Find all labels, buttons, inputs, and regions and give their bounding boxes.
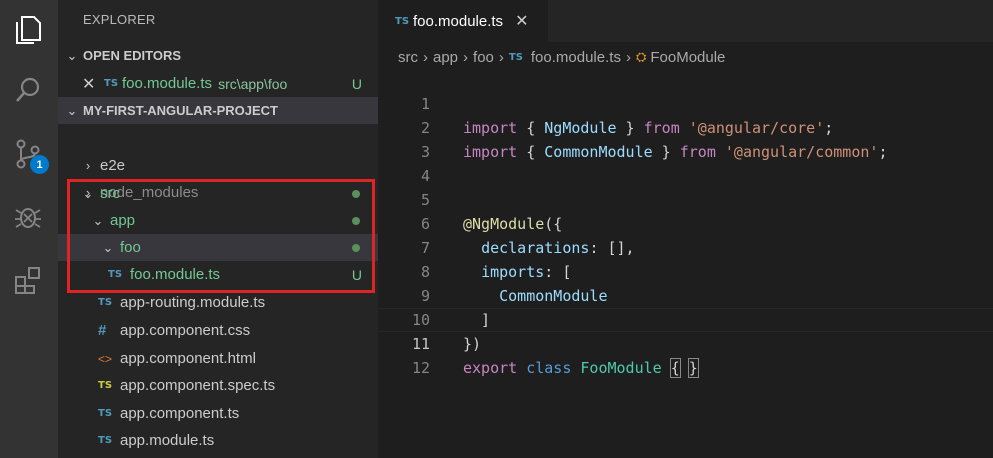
- tab-bar: TS foo.module.ts ✕: [378, 0, 993, 42]
- open-editor-path: src\app\foo: [218, 75, 288, 92]
- code-line: 12: [378, 332, 993, 377]
- code-line: 10 }): [378, 284, 993, 353]
- code-line-current: 11 export class FooModule { }: [378, 308, 993, 378]
- tree-file-app-css[interactable]: # app.component.css: [58, 317, 378, 344]
- tree-folder-e2e[interactable]: › e2e: [58, 152, 378, 179]
- tree-file-app-spec[interactable]: TS app.component.spec.ts: [58, 372, 378, 399]
- breadcrumb-item[interactable]: foo.module.ts: [531, 49, 621, 66]
- css-icon: #: [98, 322, 107, 339]
- code-line: 1 import { NgModule } from '@angular/cor…: [378, 68, 993, 137]
- chevron-down-icon: ⌄: [102, 239, 114, 255]
- tree-item-label: foo.module.ts: [130, 266, 221, 283]
- typescript-icon: TS: [508, 51, 523, 63]
- chevron-right-icon: ›: [85, 158, 91, 173]
- code-line: 5 @NgModule({: [378, 164, 993, 233]
- tab-foo-module[interactable]: TS foo.module.ts ✕: [378, 0, 548, 42]
- open-editor-name: foo.module.ts: [122, 75, 213, 92]
- chevron-right-icon: ›: [463, 48, 469, 66]
- breadcrumb-item[interactable]: app: [433, 49, 458, 66]
- tree-folder-src[interactable]: ⌄ src: [58, 180, 378, 207]
- tree-file-app-module[interactable]: TS app.module.ts: [58, 427, 378, 454]
- tree-file-foo-module[interactable]: TS foo.module.ts U: [58, 261, 378, 288]
- explorer-sidebar: EXPLORER ⌄ OPEN EDITORS ✕ TS foo.module.…: [58, 0, 378, 458]
- chevron-right-icon: ›: [498, 48, 504, 66]
- tree-item-label: foo: [120, 239, 141, 256]
- typescript-icon: TS: [98, 297, 113, 308]
- breadcrumb: src › app › foo › TS foo.module.ts › ⛭ F…: [398, 46, 725, 68]
- tree-item-label: app-routing.module.ts: [120, 294, 266, 311]
- tree-item-label: app: [110, 212, 136, 229]
- chevron-down-icon: ⌄: [92, 212, 104, 228]
- tree-item-label: app.component.ts: [120, 405, 240, 422]
- typescript-spec-icon: TS: [98, 380, 113, 391]
- html-icon: <>: [98, 351, 113, 366]
- chevron-right-icon: ›: [423, 48, 428, 66]
- tab-label: foo.module.ts: [413, 12, 504, 30]
- chevron-down-icon: ⌄: [66, 47, 78, 63]
- tree-item-label: app.component.spec.ts: [120, 377, 276, 394]
- typescript-icon: TS: [98, 408, 113, 419]
- tree-file-app-html[interactable]: <> app.component.html: [58, 345, 378, 372]
- debug-icon[interactable]: [10, 198, 46, 234]
- close-icon[interactable]: ✕: [515, 11, 528, 31]
- untracked-badge: U: [351, 75, 362, 92]
- modified-dot: [352, 189, 360, 198]
- code-line: 4: [378, 140, 993, 185]
- tree-item-label: app.component.html: [120, 350, 256, 367]
- open-editors-label: OPEN EDITORS: [83, 48, 182, 63]
- typescript-icon: TS: [104, 78, 119, 89]
- line-number: 12: [411, 359, 430, 377]
- tree-item-label: e2e: [100, 157, 126, 174]
- files-icon[interactable]: [10, 12, 46, 48]
- extensions-icon[interactable]: [10, 262, 46, 298]
- line-content: export class FooModule { }: [463, 358, 699, 378]
- code-line: 9 ]: [378, 260, 993, 329]
- open-editors-header[interactable]: ⌄ OPEN EDITORS: [58, 42, 378, 69]
- chevron-down-icon: ⌄: [82, 185, 94, 201]
- search-icon[interactable]: [10, 72, 46, 108]
- explorer-title: EXPLORER: [83, 12, 156, 27]
- code-line: 6 declarations: [],: [378, 188, 993, 257]
- project-label: MY-FIRST-ANGULAR-PROJECT: [83, 103, 278, 118]
- activity-bar: 1: [0, 0, 58, 458]
- code-line: 8 CommonModule: [378, 236, 993, 305]
- tree-folder-app[interactable]: ⌄ app: [58, 207, 378, 234]
- untracked-badge: U: [351, 266, 362, 283]
- tree-item-label: app.component.css: [120, 322, 251, 339]
- typescript-icon: TS: [395, 15, 410, 27]
- chevron-down-icon: ⌄: [66, 102, 78, 118]
- code-line: 7 imports: [: [378, 212, 993, 281]
- code-editor[interactable]: 1 import { NgModule } from '@angular/cor…: [378, 68, 993, 378]
- chevron-right-icon: ›: [625, 48, 631, 66]
- symbol-class-icon: ⛭: [635, 49, 647, 64]
- code-line: 3: [378, 116, 993, 161]
- tree-item-label: app.module.ts: [120, 432, 215, 449]
- breadcrumb-item[interactable]: foo: [473, 49, 494, 66]
- editor-area: TS foo.module.ts ✕ src › app › foo › TS …: [378, 0, 993, 458]
- tree-file-app-routing[interactable]: TS app-routing.module.ts: [58, 289, 378, 316]
- breadcrumb-item[interactable]: src: [398, 49, 418, 66]
- modified-dot: [352, 216, 360, 225]
- close-icon[interactable]: ✕: [82, 74, 104, 94]
- typescript-icon: TS: [108, 269, 123, 280]
- scm-badge: 1: [30, 155, 49, 174]
- project-header[interactable]: ⌄ MY-FIRST-ANGULAR-PROJECT: [58, 97, 378, 124]
- tree-folder-foo[interactable]: ⌄ foo: [58, 234, 378, 261]
- code-line: 2 import { CommonModule } from '@angular…: [378, 92, 993, 161]
- tree-item-label: src: [100, 185, 120, 202]
- modified-dot: [352, 243, 360, 252]
- tree-file-app-component[interactable]: TS app.component.ts: [58, 400, 378, 427]
- typescript-icon: TS: [98, 435, 113, 446]
- open-editor-item[interactable]: ✕ TS foo.module.ts src\app\foo U: [58, 70, 378, 97]
- breadcrumb-item[interactable]: FooModule: [650, 49, 725, 66]
